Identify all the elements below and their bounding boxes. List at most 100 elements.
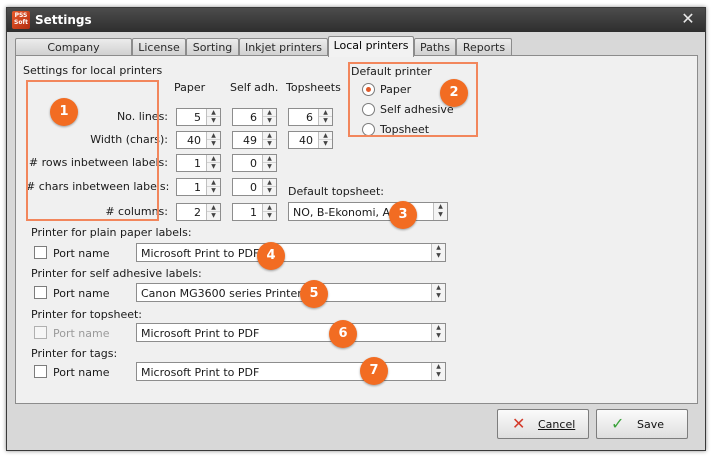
spin-down-icon[interactable]: ▼ [207,117,220,125]
tab-paths[interactable]: Paths [414,38,456,56]
callout-badge-7: 7 [360,357,388,385]
spin-up-icon[interactable]: ▲ [207,109,220,117]
spin-up-icon[interactable]: ▲ [207,132,220,140]
save-button[interactable]: ✓ Save [596,409,688,439]
default-topsheet-value: NO, B-Ekonomi, A4 [293,206,398,219]
width-paper-value[interactable]: 40 [179,134,204,147]
self-adhesive-printer-select[interactable]: Canon MG3600 series Printer WS ▲ ▼ [136,283,446,302]
spin-down-icon[interactable]: ▼ [263,187,276,195]
combo-down-icon[interactable]: ▼ [432,332,445,340]
tab-sorting[interactable]: Sorting [186,38,239,56]
rows-between-self-adh-value[interactable]: 0 [235,157,260,170]
radio-paper[interactable] [362,83,375,96]
radio-paper-label[interactable]: Paper [380,83,411,96]
tab-company-information[interactable]: Company information [15,38,132,67]
default-topsheet-label: Default topsheet: [288,185,384,198]
combo-down-icon[interactable]: ▼ [432,252,445,260]
combo-down-icon[interactable]: ▼ [432,292,445,300]
spin-up-icon[interactable]: ▲ [263,179,276,187]
callout-badge-4: 4 [257,242,285,270]
combo-up-icon[interactable]: ▲ [432,363,445,371]
spin-up-icon[interactable]: ▲ [319,109,332,117]
plain-port-checkbox[interactable] [34,246,47,259]
combo-up-icon[interactable]: ▲ [434,203,447,211]
columns-self-adh-spinner[interactable]: 1 ▲ ▼ [232,203,277,221]
close-icon[interactable]: ✕ [679,10,697,28]
chars-between-paper-value[interactable]: 1 [179,181,204,194]
spin-down-icon[interactable]: ▼ [263,163,276,171]
combo-down-icon[interactable]: ▼ [434,211,447,219]
callout-badge-5: 5 [300,280,328,308]
spin-down-icon[interactable]: ▼ [319,117,332,125]
tab-inkjet-printers[interactable]: Inkjet printers [239,38,328,56]
radio-self-adhesive[interactable] [362,103,375,116]
spin-up-icon[interactable]: ▲ [319,132,332,140]
no-lines-self-adh-value[interactable]: 6 [235,111,260,124]
cancel-button-label: Cancel [538,418,576,431]
plain-printer-value: Microsoft Print to PDF [141,247,260,260]
tags-printer-title: Printer for tags: [31,347,118,360]
self-adhesive-port-label[interactable]: Port name [53,287,110,300]
callout-badge-1: 1 [50,98,78,126]
no-lines-paper-spinner[interactable]: 5 ▲ ▼ [176,108,221,126]
chars-between-label: # chars inbetween labels: [26,180,170,193]
tab-reports[interactable]: Reports [456,38,512,56]
rows-between-paper-value[interactable]: 1 [179,157,204,170]
width-paper-spinner[interactable]: 40 ▲ ▼ [176,131,221,149]
spin-down-icon[interactable]: ▼ [263,140,276,148]
spin-down-icon[interactable]: ▼ [207,187,220,195]
tags-port-checkbox[interactable] [34,365,47,378]
rows-between-paper-spinner[interactable]: 1 ▲ ▼ [176,154,221,172]
width-topsheets-value[interactable]: 40 [291,134,316,147]
plain-port-label[interactable]: Port name [53,247,110,260]
spin-up-icon[interactable]: ▲ [207,155,220,163]
spin-down-icon[interactable]: ▼ [207,163,220,171]
chars-between-paper-spinner[interactable]: 1 ▲ ▼ [176,178,221,196]
columns-paper-value[interactable]: 2 [179,206,204,219]
tags-printer-select[interactable]: Microsoft Print to PDF ▲ ▼ [136,362,446,381]
rows-between-self-adh-spinner[interactable]: 0 ▲ ▼ [232,154,277,172]
topsheet-printer-select[interactable]: Microsoft Print to PDF ▲ ▼ [136,323,446,342]
radio-topsheet[interactable] [362,123,375,136]
columns-self-adh-value[interactable]: 1 [235,206,260,219]
spin-down-icon[interactable]: ▼ [263,212,276,220]
width-self-adh-value[interactable]: 49 [235,134,260,147]
columns-paper-spinner[interactable]: 2 ▲ ▼ [176,203,221,221]
self-adhesive-port-checkbox[interactable] [34,286,47,299]
tab-local-printers[interactable]: Local printers [328,36,414,57]
tags-port-label[interactable]: Port name [53,366,110,379]
spin-up-icon[interactable]: ▲ [263,204,276,212]
tab-license[interactable]: License [132,38,186,56]
combo-up-icon[interactable]: ▲ [432,324,445,332]
radio-self-adhesive-label[interactable]: Self adhesive [380,103,454,116]
spin-up-icon[interactable]: ▲ [263,132,276,140]
no-lines-topsheets-value[interactable]: 6 [291,111,316,124]
no-lines-topsheets-spinner[interactable]: 6 ▲ ▼ [288,108,333,126]
chars-between-self-adh-value[interactable]: 0 [235,181,260,194]
no-lines-self-adh-spinner[interactable]: 6 ▲ ▼ [232,108,277,126]
plain-printer-select[interactable]: Microsoft Print to PDF ▲ ▼ [136,243,446,262]
topsheet-printer-title: Printer for topsheet: [31,308,142,321]
topsheet-port-label: Port name [53,327,110,340]
width-self-adh-spinner[interactable]: 49 ▲ ▼ [232,131,277,149]
chars-between-self-adh-spinner[interactable]: 0 ▲ ▼ [232,178,277,196]
spin-up-icon[interactable]: ▲ [207,204,220,212]
spin-up-icon[interactable]: ▲ [263,155,276,163]
combo-up-icon[interactable]: ▲ [432,244,445,252]
spin-down-icon[interactable]: ▼ [263,117,276,125]
no-lines-paper-value[interactable]: 5 [179,111,204,124]
combo-up-icon[interactable]: ▲ [432,284,445,292]
callout-badge-6: 6 [329,320,357,348]
combo-down-icon[interactable]: ▼ [432,371,445,379]
default-topsheet-select[interactable]: NO, B-Ekonomi, A4 ▲ ▼ [288,202,448,221]
spin-down-icon[interactable]: ▼ [207,212,220,220]
spin-up-icon[interactable]: ▲ [263,109,276,117]
column-topsheets: Topsheets [286,81,341,94]
spin-up-icon[interactable]: ▲ [207,179,220,187]
tags-printer-value: Microsoft Print to PDF [141,366,260,379]
spin-down-icon[interactable]: ▼ [319,140,332,148]
cancel-button[interactable]: ✕ Cancel [497,409,589,439]
radio-topsheet-label[interactable]: Topsheet [380,123,429,136]
width-topsheets-spinner[interactable]: 40 ▲ ▼ [288,131,333,149]
spin-down-icon[interactable]: ▼ [207,140,220,148]
